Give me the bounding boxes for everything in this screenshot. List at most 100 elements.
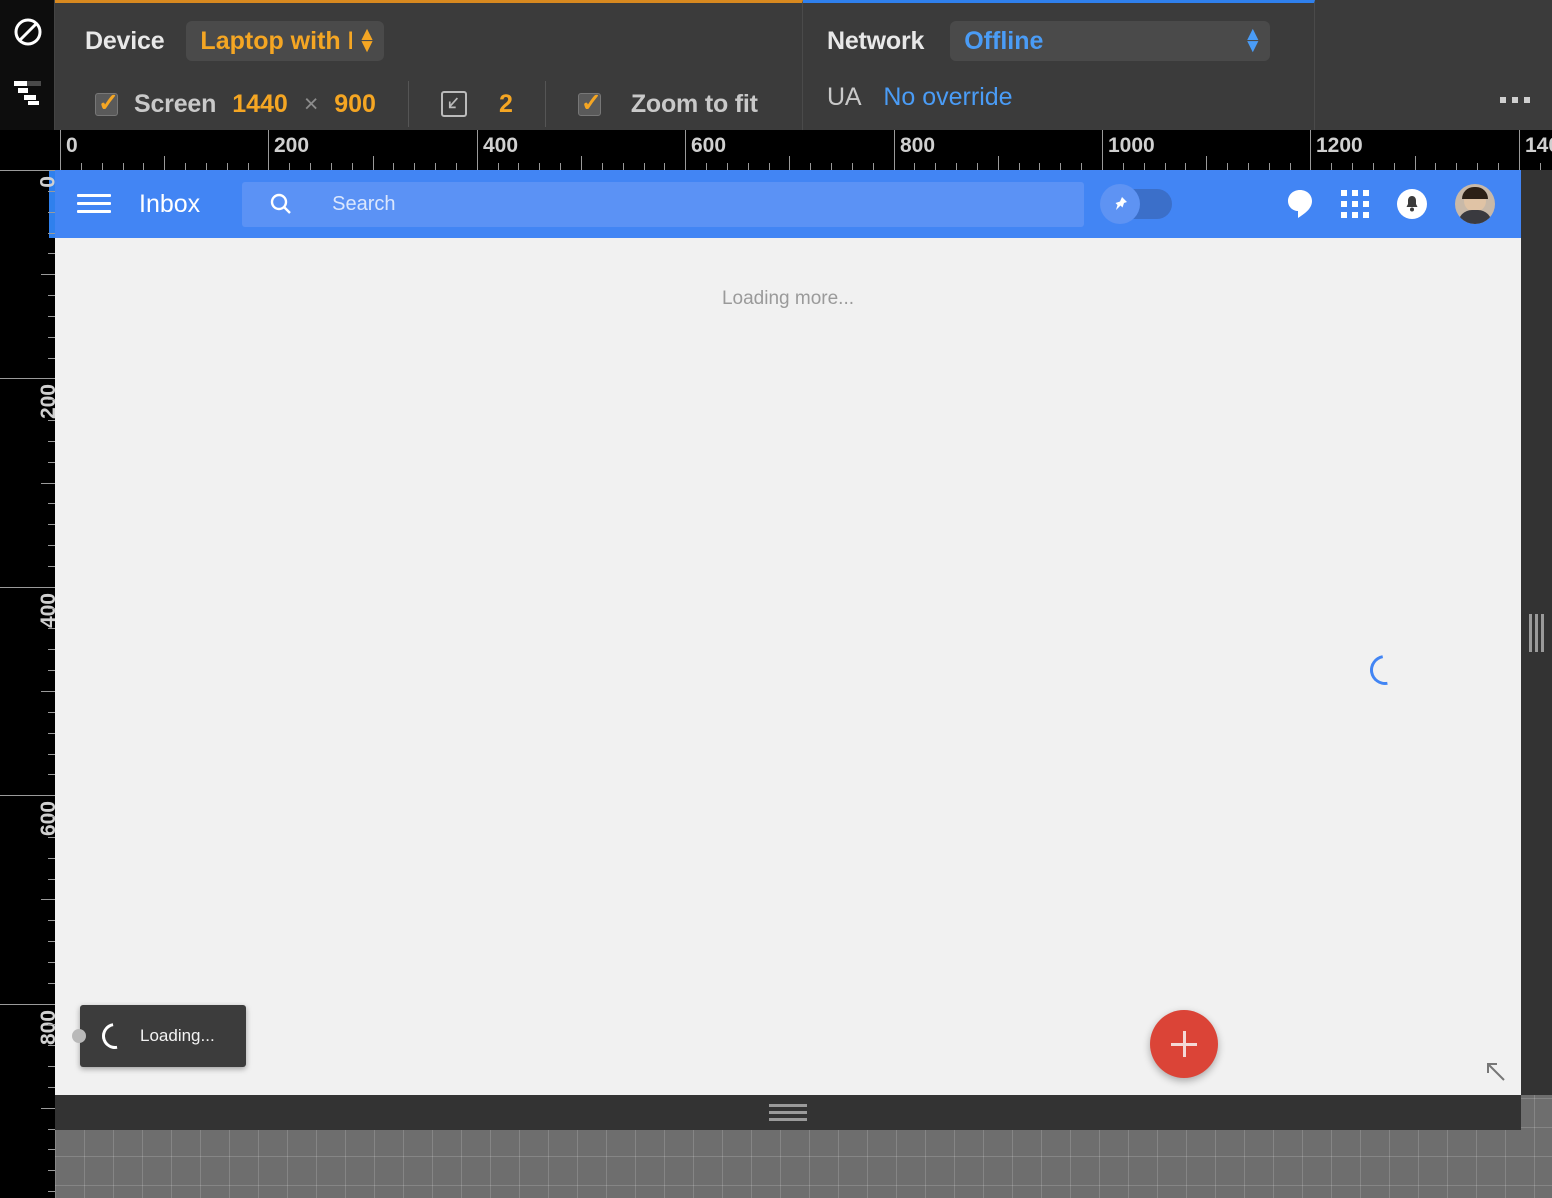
resize-corner-icon[interactable] (1483, 1059, 1509, 1085)
device-viewport: Inbox Search Loading more... Loading... (55, 170, 1521, 1095)
hangouts-icon[interactable] (1287, 189, 1313, 219)
device-label: Device (85, 26, 165, 55)
ruler-tick (748, 163, 749, 170)
notifications-bell-icon[interactable] (1397, 189, 1427, 219)
pin-icon (1100, 184, 1141, 224)
network-throttle-icon[interactable] (12, 76, 44, 108)
ruler-tick (123, 163, 124, 170)
ruler-tick (956, 163, 957, 170)
network-throttling-select[interactable]: Offline ▲ ▼ (950, 21, 1271, 61)
zoom-to-fit-checkbox[interactable] (577, 88, 602, 118)
ruler-label: 600 (37, 801, 55, 837)
ruler-tick (477, 130, 478, 170)
ruler-tick (373, 156, 374, 170)
ruler-tick (48, 712, 55, 713)
ruler-tick (1206, 156, 1207, 170)
screen-width-input[interactable]: 1440 (232, 90, 288, 119)
ruler-tick (48, 524, 55, 525)
ruler-tick (1435, 163, 1436, 170)
ruler-tick (456, 163, 457, 170)
screen-height-input[interactable]: 900 (334, 90, 376, 119)
block-icon[interactable] (12, 16, 44, 48)
ruler-tick (539, 163, 540, 170)
ruler-tick (143, 163, 144, 170)
search-input[interactable]: Search (242, 181, 1085, 227)
resize-height-handle[interactable] (55, 1095, 1521, 1130)
ruler-tick (48, 545, 55, 546)
ruler-tick (977, 163, 978, 170)
toolbar-divider-2 (544, 81, 546, 127)
dpr-input[interactable]: 2 (499, 90, 513, 119)
ruler-tick (1123, 163, 1124, 170)
ruler-tick (268, 130, 269, 170)
toolbar-divider (407, 81, 409, 127)
compose-fab-button[interactable] (1150, 1010, 1218, 1078)
chevron-updown-icon: ▲ ▼ (357, 24, 377, 57)
ruler-tick (60, 130, 61, 170)
network-label: Network (827, 26, 925, 55)
ruler-tick (789, 156, 790, 170)
ruler-tick (1373, 163, 1374, 170)
ruler-tick (206, 163, 207, 170)
ruler-tick (1352, 163, 1353, 170)
resize-width-handle[interactable] (1521, 170, 1552, 1095)
avatar[interactable] (1455, 184, 1495, 224)
ruler-tick (48, 1129, 55, 1130)
device-select[interactable]: Laptop with HiDPI s ▲▼ (186, 21, 385, 61)
ruler-tick (48, 649, 55, 650)
ruler-tick (48, 879, 55, 880)
ruler-tick (48, 191, 55, 192)
ruler-tick (48, 316, 55, 317)
vertical-ruler[interactable]: 02004006008001000 (0, 170, 55, 1198)
ruler-tick (1185, 163, 1186, 170)
ruler-label: 1400 (1525, 134, 1552, 157)
ruler-tick (0, 795, 55, 796)
pin-toggle[interactable] (1100, 184, 1173, 224)
ruler-tick (48, 858, 55, 859)
user-agent-value[interactable]: No override (883, 83, 1012, 112)
ruler-tick (48, 212, 55, 213)
toast-text: Loading... (140, 1026, 215, 1045)
ruler-tick (48, 670, 55, 671)
ruler-tick (48, 1024, 55, 1025)
ruler-tick (914, 163, 915, 170)
ruler-tick (48, 774, 55, 775)
ruler-tick (664, 163, 665, 170)
ruler-tick (48, 1149, 55, 1150)
loading-toast: Loading... (72, 1005, 246, 1067)
ruler-tick (48, 233, 55, 234)
ruler-tick (685, 130, 686, 170)
horizontal-ruler[interactable]: 0 200 400 600 800 1000 1200 1400 (55, 130, 1552, 170)
ruler-tick (1144, 163, 1145, 170)
ruler-label: 400 (483, 134, 519, 157)
plus-icon-v (1182, 1031, 1186, 1057)
ruler-tick (1415, 156, 1416, 170)
zoom-to-fit-label: Zoom to fit (630, 89, 758, 118)
ruler-tick (41, 483, 55, 484)
ruler-label: 1200 (1316, 134, 1363, 157)
ruler-tick (41, 274, 55, 275)
ruler-label: 0 (37, 176, 55, 188)
apps-grid-icon[interactable] (1341, 190, 1369, 218)
ruler-label: 400 (37, 593, 55, 629)
ruler-tick (48, 295, 55, 296)
ruler-tick (164, 156, 165, 170)
ruler-tick (0, 378, 55, 379)
ruler-tick (602, 163, 603, 170)
ruler-tick (248, 163, 249, 170)
ruler-tick (41, 899, 55, 900)
hamburger-menu-icon[interactable] (77, 192, 111, 216)
screen-label: Screen (134, 89, 217, 118)
ruler-tick (1331, 163, 1332, 170)
ruler-tick (894, 130, 895, 170)
device-select-value: Laptop with HiDPI s (200, 26, 351, 55)
page-title: Inbox (139, 189, 201, 218)
ruler-tick (48, 399, 55, 400)
ruler-tick (48, 733, 55, 734)
ruler-tick (48, 462, 55, 463)
screen-checkbox[interactable] (95, 88, 119, 118)
ruler-tick (352, 163, 353, 170)
ruler-tick (48, 503, 55, 504)
more-options-icon[interactable] (1500, 97, 1530, 103)
ruler-tick (1310, 130, 1311, 170)
